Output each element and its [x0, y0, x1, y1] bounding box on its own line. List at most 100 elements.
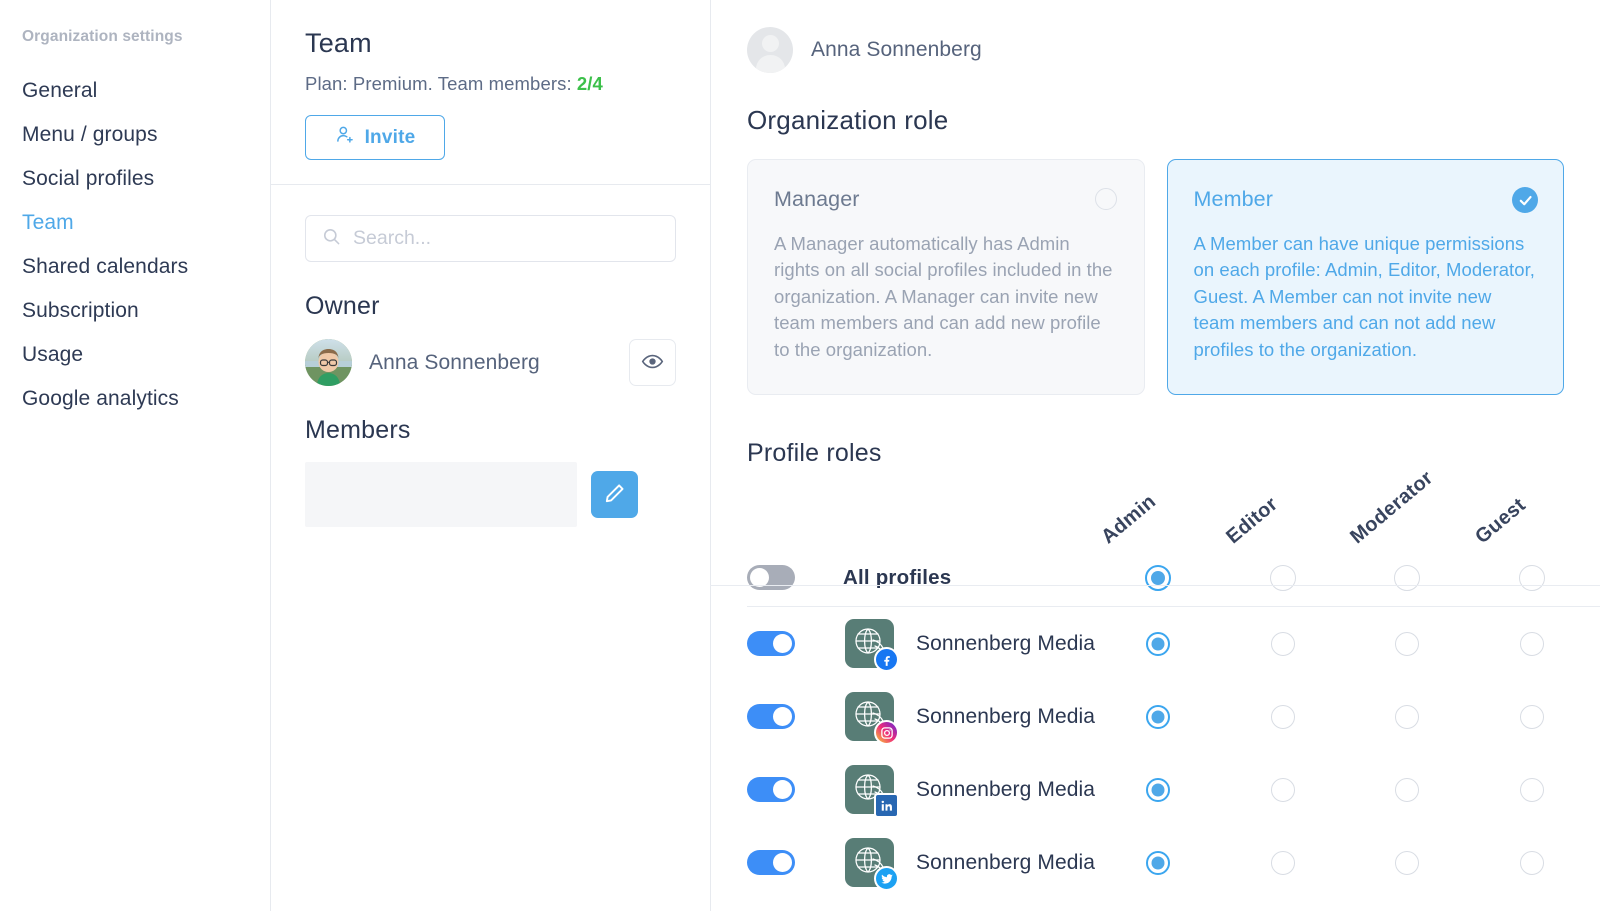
radio-editor[interactable] — [1270, 564, 1296, 591]
invite-label: Invite — [364, 126, 416, 148]
radio-moderator[interactable] — [1395, 704, 1419, 729]
sidebar-item-team[interactable]: Team — [22, 200, 270, 244]
sidebar-item-shared-calendars[interactable]: Shared calendars — [22, 244, 270, 288]
profile-toggle[interactable] — [747, 777, 795, 802]
role-column-editor: Editor — [1222, 493, 1282, 549]
profile-name: Sonnenberg Media — [916, 777, 1096, 801]
profile-toggle[interactable] — [747, 631, 795, 656]
radio-guest[interactable] — [1520, 777, 1544, 802]
user-plus-icon — [335, 124, 356, 151]
all-profiles-row: All profiles — [747, 549, 1600, 607]
radio-editor[interactable] — [1271, 850, 1295, 875]
facebook-icon — [874, 647, 899, 672]
profile-roles-title: Profile roles — [747, 439, 882, 467]
member-placeholder[interactable] — [305, 462, 577, 527]
plan-text: Plan: Premium. Team members: — [305, 73, 577, 94]
profile-toggle-cell — [747, 631, 809, 656]
radio-editor[interactable] — [1271, 631, 1295, 656]
role-card-member[interactable]: Member A Member can have unique permissio… — [1166, 159, 1564, 395]
team-body: Owner — [271, 185, 710, 527]
role-column-admin: Admin — [1097, 490, 1161, 549]
radio-guest[interactable] — [1520, 631, 1544, 656]
pencil-icon — [603, 482, 626, 508]
radio-editor[interactable] — [1271, 704, 1295, 729]
all-profiles-toggle-cell — [747, 565, 809, 590]
detail-user-header: Anna Sonnenberg — [711, 0, 1600, 73]
radio-moderator[interactable] — [1394, 564, 1420, 591]
profile-avatar — [845, 692, 899, 745]
radio-admin[interactable] — [1146, 850, 1170, 875]
owner-name: Anna Sonnenberg — [369, 350, 540, 374]
profile-row: Sonnenberg Media — [747, 753, 1600, 826]
radio-admin[interactable] — [1146, 777, 1170, 802]
role-column-guest: Guest — [1471, 493, 1530, 549]
detail-user-name: Anna Sonnenberg — [811, 38, 982, 61]
eye-icon — [641, 350, 664, 376]
sidebar: Organization settings General Menu / grou… — [0, 0, 271, 911]
page-title: Team — [305, 28, 372, 58]
linkedin-icon — [874, 793, 899, 818]
team-header: Team Plan: Premium. Team members: 2/4 In… — [271, 0, 710, 185]
sidebar-item-menu-groups[interactable]: Menu / groups — [22, 112, 270, 156]
profile-row: Sonnenberg Media — [747, 680, 1600, 753]
role-card-title: Manager — [774, 187, 860, 211]
sidebar-item-general[interactable]: General — [22, 68, 270, 112]
sidebar-item-social-profiles[interactable]: Social profiles — [22, 156, 270, 200]
sidebar-item-google-analytics[interactable]: Google analytics — [22, 376, 270, 420]
organization-role-heading: Organization role — [747, 105, 949, 135]
profile-rows: Sonnenberg Media Sonnenberg Media Sonnenbe… — [711, 607, 1600, 899]
owner-heading: Owner — [305, 292, 380, 320]
profile-name: Sonnenberg Media — [916, 704, 1096, 728]
profile-avatar — [845, 765, 899, 818]
search-icon — [322, 227, 341, 251]
profile-avatar — [845, 838, 899, 891]
check-icon — [1512, 187, 1538, 213]
search-box[interactable] — [305, 215, 676, 262]
profile-toggle[interactable] — [747, 704, 795, 729]
members-heading: Members — [305, 416, 411, 444]
search-input[interactable] — [353, 227, 659, 250]
radio-guest[interactable] — [1520, 850, 1544, 875]
avatar-placeholder-icon — [747, 27, 793, 73]
role-card-title: Member — [1193, 187, 1273, 211]
member-count: 2/4 — [576, 73, 603, 94]
radio-guest[interactable] — [1520, 704, 1544, 729]
owner-row: Anna Sonnenberg — [305, 339, 676, 386]
profile-roles-header: Profile roles Admin Editor Moderator Guest — [711, 439, 1600, 549]
role-card-description: A Manager automatically has Admin rights… — [774, 233, 1113, 360]
sidebar-title: Organization settings — [22, 28, 183, 45]
app-root: Organization settings General Menu / grou… — [0, 0, 1600, 911]
instagram-icon — [874, 720, 899, 745]
profile-toggle-cell — [747, 850, 809, 875]
role-card-manager[interactable]: Manager A Manager automatically has Admin… — [747, 159, 1145, 395]
profile-name: Sonnenberg Media — [916, 631, 1096, 655]
invite-button[interactable]: Invite — [305, 115, 445, 160]
view-owner-button[interactable] — [629, 339, 676, 386]
radio-guest[interactable] — [1519, 564, 1545, 591]
profile-row: Sonnenberg Media — [747, 607, 1600, 680]
sidebar-nav: General Menu / groups Social profiles Team S… — [22, 68, 270, 420]
team-panel: Team Plan: Premium. Team members: 2/4 In… — [271, 0, 711, 911]
member-row[interactable] — [305, 462, 676, 527]
owner-avatar — [305, 339, 352, 386]
role-radio-unselected[interactable] — [1094, 188, 1117, 210]
profile-row: Sonnenberg Media — [747, 826, 1600, 899]
radio-moderator[interactable] — [1395, 777, 1419, 802]
sidebar-item-subscription[interactable]: Subscription — [22, 288, 270, 332]
sidebar-item-usage[interactable]: Usage — [22, 332, 270, 376]
radio-editor[interactable] — [1271, 777, 1295, 802]
profile-rows-divider — [710, 585, 1600, 586]
detail-panel: Anna Sonnenberg Organization role Manage… — [711, 0, 1600, 911]
profile-toggle[interactable] — [747, 850, 795, 875]
profile-toggle-cell — [747, 704, 809, 729]
radio-admin[interactable] — [1146, 704, 1170, 729]
radio-moderator[interactable] — [1395, 631, 1419, 656]
radio-admin[interactable] — [1145, 564, 1171, 591]
radio-moderator[interactable] — [1395, 850, 1419, 875]
role-column-moderator: Moderator — [1346, 466, 1438, 549]
twitter-icon — [874, 866, 899, 891]
radio-admin[interactable] — [1146, 631, 1170, 656]
edit-member-button[interactable] — [591, 471, 638, 518]
organization-role-options: Manager A Manager automatically has Admin… — [747, 159, 1564, 395]
all-profiles-toggle[interactable] — [747, 565, 795, 590]
